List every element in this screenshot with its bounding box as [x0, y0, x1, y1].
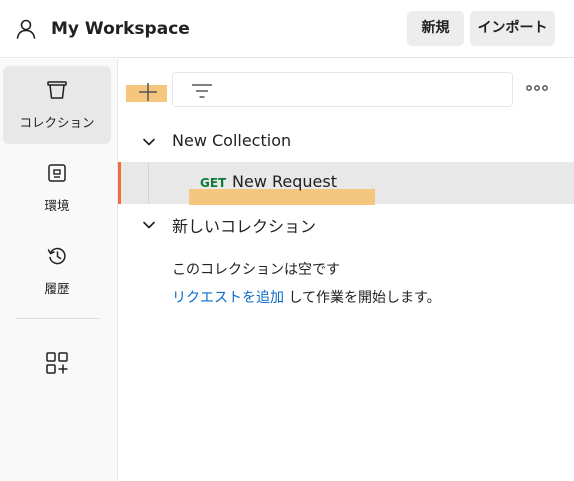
- selected-indicator: [118, 162, 121, 204]
- request-name: New Request: [232, 172, 337, 191]
- tree-indent-line: [148, 162, 149, 204]
- sidebar-item-label: コレクション: [19, 115, 95, 130]
- sidebar-item-label: 履歴: [44, 281, 70, 296]
- filter-input[interactable]: [172, 72, 513, 107]
- collection-name: New Collection: [172, 131, 292, 150]
- empty-collection-message: このコレクションは空です: [172, 262, 340, 278]
- collections-panel: New Collection GET New Request 新しいコレクション…: [118, 59, 574, 481]
- method-badge: GET: [200, 176, 227, 190]
- more-options-icon[interactable]: [526, 83, 548, 93]
- import-button[interactable]: インポート: [470, 11, 555, 46]
- collection-row[interactable]: New Collection: [118, 129, 574, 157]
- sidebar-divider: [16, 318, 100, 319]
- sidebar-item-environments[interactable]: 環境: [3, 149, 111, 227]
- collection-name: 新しいコレクション: [172, 217, 317, 236]
- empty-collection-hint: リクエストを追加 して作業を開始します。: [172, 287, 441, 307]
- environments-icon: [48, 164, 66, 182]
- chevron-down-icon[interactable]: [142, 218, 156, 232]
- add-request-link[interactable]: リクエストを追加: [172, 290, 284, 306]
- workspace-title[interactable]: My Workspace: [51, 17, 190, 41]
- workspace-header: My Workspace 新規 インポート: [0, 0, 574, 58]
- new-button[interactable]: 新規: [407, 11, 464, 46]
- user-icon: [16, 19, 36, 39]
- request-row[interactable]: GET New Request: [118, 162, 574, 205]
- collection-row[interactable]: 新しいコレクション: [118, 211, 574, 239]
- app-window: My Workspace 新規 インポート コレクション 環境 履歴 New C…: [0, 0, 574, 481]
- chevron-down-icon[interactable]: [142, 135, 156, 149]
- annotation-highlight: [189, 189, 375, 205]
- sidebar-item-label: 環境: [44, 198, 70, 213]
- sidebar-item-history[interactable]: 履歴: [3, 232, 111, 310]
- filter-icon[interactable]: [191, 82, 213, 100]
- empty-collection-hint-text: して作業を開始します。: [284, 290, 441, 306]
- collections-icon: [47, 81, 67, 99]
- sidebar-item-collections[interactable]: コレクション: [3, 66, 111, 144]
- history-icon: [47, 247, 66, 265]
- add-apps-icon[interactable]: [45, 351, 69, 375]
- sidebar-nav: コレクション 環境 履歴: [0, 59, 118, 481]
- plus-icon[interactable]: [137, 81, 159, 103]
